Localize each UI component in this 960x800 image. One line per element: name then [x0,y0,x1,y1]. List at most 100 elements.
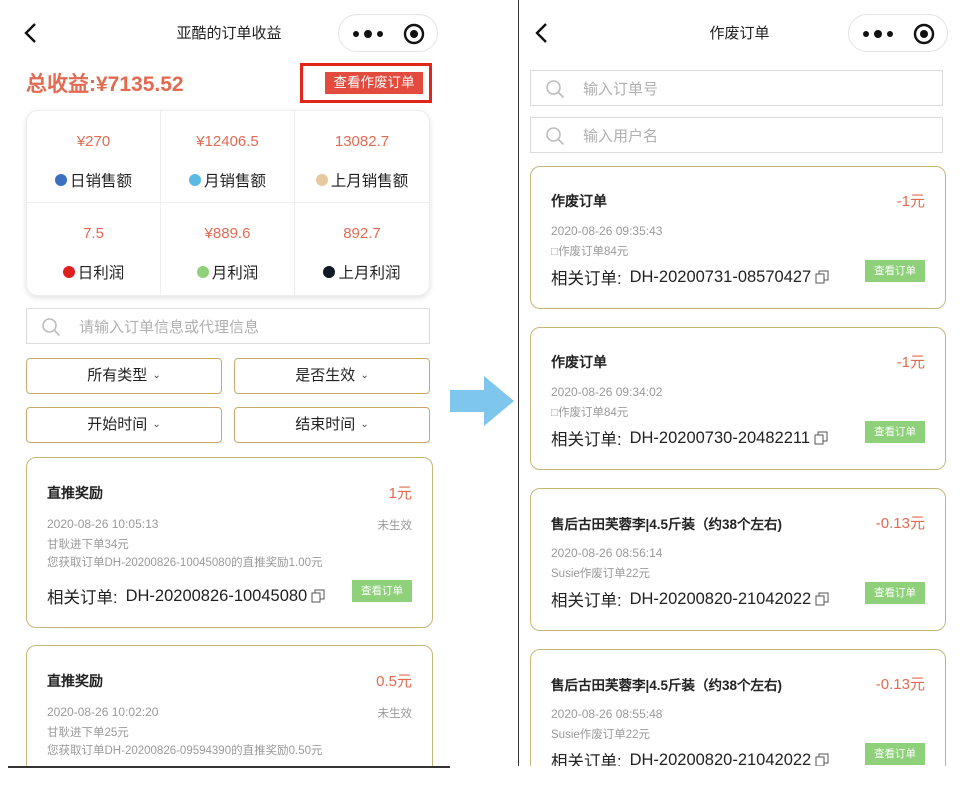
stat-value: 892.7 [343,225,381,242]
related-value: DH-20200820-21042022 [629,589,812,608]
screen-bottom-border [8,766,450,768]
search-icon [546,127,565,146]
card-time: 2020-08-26 10:05:13 [47,517,159,531]
view-order-button[interactable]: 查看订单 [865,260,925,282]
username-search [530,117,943,153]
earning-card: 直推奖励 0.5元 2020-08-26 10:02:20 未生效 甘耿进下单2… [26,645,433,766]
filter-type[interactable]: 所有类型 ⌄ [26,358,222,394]
stat-daily-profit: 7.5 日利润 [27,203,161,295]
more-dots-icon[interactable] [861,26,895,42]
related-label: 相关订单: [551,270,622,288]
copy-icon[interactable] [815,270,829,284]
stat-label: 月销售额 [161,169,294,191]
card-title: 作废订单 [551,354,607,370]
earning-card: 直推奖励 1元 2020-08-26 10:05:13 未生效 甘耿进下单34元… [26,457,433,628]
filter-end-time[interactable]: 结束时间 ⌄ [234,407,430,443]
record-circle-icon[interactable] [913,23,935,45]
stat-label-text: 月销售额 [203,173,266,190]
card-time: 2020-08-26 09:34:02 [551,385,663,399]
stat-last-month-sales: 13082.7 上月销售额 [295,111,429,203]
filter-end-label: 结束时间 [295,416,356,433]
filter-effective[interactable]: 是否生效 ⌄ [234,358,430,394]
card-time: 2020-08-26 08:56:14 [551,546,663,560]
stat-monthly-profit: ¥889.6 月利润 [161,203,295,295]
card-time: 2020-08-26 09:35:43 [551,224,663,238]
legend-dot [196,266,209,278]
stat-label: 日利润 [27,261,160,283]
card-note: Susie作废订单22元 [551,729,651,741]
view-order-button[interactable]: 查看订单 [865,421,925,443]
navbar: 亚酷的订单收益 [8,0,450,64]
card-title: 售后古田芙蓉李|4.5斤装（约38个左右) [551,678,783,693]
related-value: DH-20200826-10045080 [125,586,308,605]
order-number-input[interactable] [583,77,934,101]
related-label: 相关订单: [551,592,622,610]
related-order: 相关订单: DH-20200826-10045080 [47,584,325,608]
related-label: 相关订单: [551,753,622,766]
stat-label-text: 日销售额 [69,173,132,190]
legend-dot [188,174,201,186]
related-order: 相关订单: DH-20200731-08570427 [551,265,829,289]
card-status: 未生效 [377,520,413,532]
filter-start-label: 开始时间 [87,416,148,433]
card-title: 直推奖励 [47,485,103,501]
filter-start-time[interactable]: 开始时间 ⌄ [26,407,222,443]
filter-effective-label: 是否生效 [295,367,356,384]
stat-label-text: 日利润 [77,265,125,282]
search-input[interactable] [79,315,421,339]
order-number-search [530,70,943,106]
card-time: 2020-08-26 08:55:48 [551,707,663,721]
card-amount: 1元 [388,485,412,502]
stats-grid: ¥270 日销售额 ¥12406.5 月销售额 13082.7 上月销售额 7.… [26,110,430,296]
stat-label-text: 月利润 [211,265,259,282]
total-earnings-value: ¥7135.52 [96,73,184,96]
card-title: 作废订单 [551,193,607,209]
void-order-card: 作废订单 -1元 2020-08-26 09:35:43 □作废订单84元 相关… [530,166,946,309]
related-label: 相关订单: [551,431,622,449]
filter-type-label: 所有类型 [87,367,148,384]
more-dots-icon[interactable] [351,26,385,42]
card-note: 您获取订单DH-20200826-10045080的直推奖励1.00元 [47,557,323,569]
card-amount: -0.13元 [875,515,925,532]
stat-label-text: 上月销售额 [330,173,409,190]
card-note: 您获取订单DH-20200826-09594390的直推奖励0.50元 [47,745,323,757]
copy-icon[interactable] [311,589,325,603]
view-order-button[interactable]: 查看订单 [865,582,925,604]
stat-label-text: 上月利润 [338,265,401,282]
view-order-button[interactable]: 查看订单 [865,743,925,765]
stat-label: 上月利润 [295,261,429,283]
stat-label: 日销售额 [27,169,160,191]
related-order: 相关订单: DH-20200820-21042022 [551,587,829,611]
chevron-down-icon: ⌄ [152,370,161,381]
total-earnings: 总收益:¥7135.52 [26,68,184,98]
related-value: DH-20200820-21042022 [629,750,812,767]
total-earnings-row: 总收益:¥7135.52 查看作废订单 [26,63,432,103]
mini-program-capsule [848,14,948,52]
card-amount: -1元 [896,354,925,371]
view-order-button[interactable]: 查看订单 [352,580,412,602]
record-circle-icon[interactable] [403,23,425,45]
view-void-orders-button[interactable]: 查看作废订单 [325,72,423,94]
card-amount: -1元 [896,193,925,210]
total-earnings-label: 总收益: [26,73,96,96]
copy-icon[interactable] [814,431,828,445]
copy-icon[interactable] [815,592,829,606]
stat-label: 月利润 [161,261,294,283]
stat-value: 7.5 [83,225,104,242]
username-input[interactable] [583,124,934,148]
void-orders-screen: 作废订单 作废订单 -1元 2020-08-26 09:35:43 □作废订单8… [518,0,960,766]
card-note: 甘耿进下单25元 [47,727,129,739]
stat-value: ¥270 [76,133,111,150]
card-note: □作废订单84元 [551,246,629,258]
card-time: 2020-08-26 10:02:20 [47,705,159,719]
chevron-down-icon: ⌄ [360,370,369,381]
right-arrow-icon [450,376,514,426]
related-label: 相关订单: [47,589,118,607]
related-value: DH-20200731-08570427 [629,267,812,286]
legend-dot [62,266,75,278]
legend-dot [323,266,336,278]
card-amount: -0.13元 [875,676,925,693]
copy-icon[interactable] [815,753,829,766]
stat-last-month-profit: 892.7 上月利润 [295,203,429,295]
order-earnings-screen: 亚酷的订单收益 总收益:¥7135.52 查看作废订单 ¥270 日销售额 ¥1… [8,0,450,766]
